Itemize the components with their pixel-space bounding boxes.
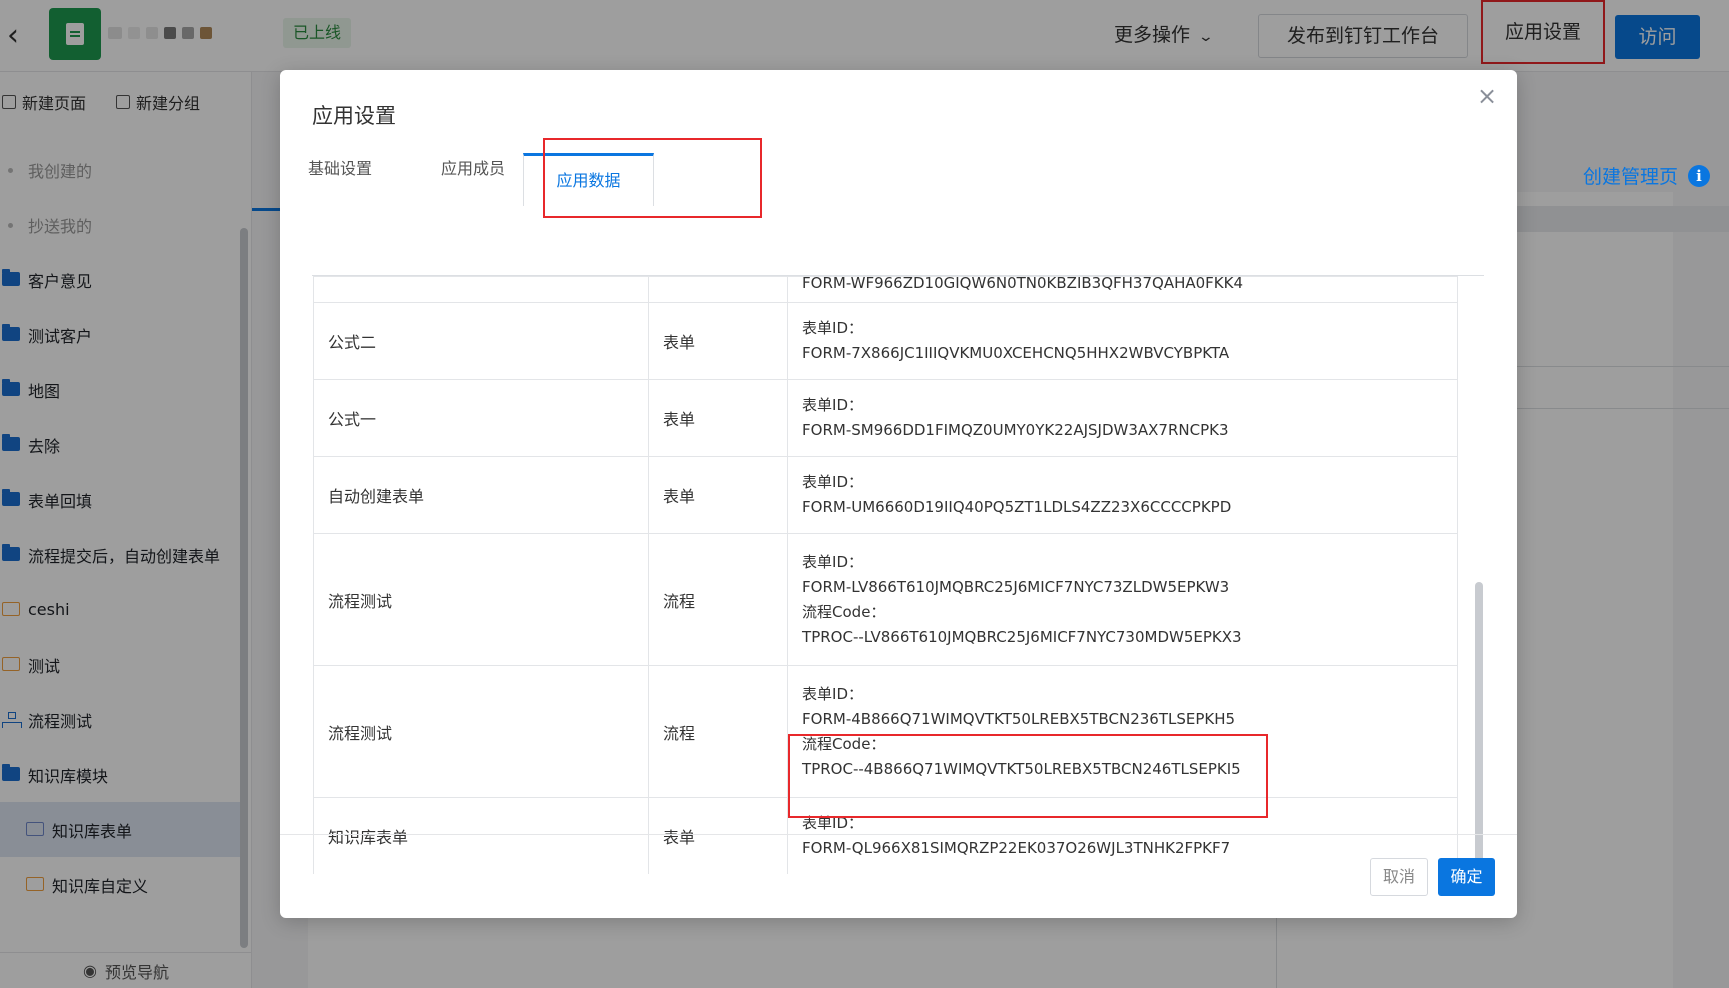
process-code-label: 流程Code： [802, 602, 886, 621]
row-ids: 表单ID： FORM-LV866T610JMQBRC25J6MICF7NYC73… [787, 533, 1458, 666]
row-type: 表单 [647, 797, 789, 874]
row-type: 流程 [647, 533, 789, 666]
form-id-value: FORM-LV866T610JMQBRC25J6MICF7NYC73ZLDW5E… [802, 577, 1230, 596]
cancel-button[interactable]: 取消 [1370, 858, 1428, 896]
confirm-button[interactable]: 确定 [1438, 858, 1495, 896]
row-ids: 表单ID： FORM-SM966DD1FIMQZ0UMY0YK22AJSJDW3… [787, 379, 1458, 457]
row-ids: 表单ID： FORM-7X866JC1IIIQVKMU0XCEHCNQ5HHX2… [787, 302, 1458, 380]
form-id-label: 表单ID： [802, 319, 864, 337]
app-settings-modal: 应用设置 × 基础设置 应用成员 应用数据 FORM-WF966ZD10GIQW… [280, 70, 1517, 918]
table-cell [647, 276, 789, 303]
tab-highlight-box [543, 138, 762, 218]
form-id-value: FORM-QL966X81SIMQRZP22EK037O26WJL3TNHK2F… [802, 839, 1231, 857]
row-type: 表单 [647, 302, 789, 380]
form-id-value: FORM-4B866Q71WIMQVTKT50LREBX5TBCN236TLSE… [802, 709, 1236, 728]
row-ids: 表单ID： FORM-UM6660D19IIQ40PQ5ZT1LDLS4ZZ23… [787, 456, 1458, 534]
form-id-value: FORM-SM966DD1FIMQZ0UMY0YK22AJSJDW3AX7RNC… [802, 421, 1229, 439]
form-id-value: FORM-7X866JC1IIIQVKMU0XCEHCNQ5HHX2WBVCYB… [802, 344, 1230, 362]
table-row: 公式一 表单 表单ID： FORM-SM966DD1FIMQZ0UMY0YK22… [313, 379, 1458, 457]
info-icon: i [1688, 164, 1711, 187]
row-name: 知识库表单 [313, 797, 649, 874]
form-id-label: 表单ID： [802, 552, 864, 571]
table-row: 流程测试 流程 表单ID： FORM-LV866T610JMQBRC25J6MI… [313, 533, 1458, 666]
table-row: 自动创建表单 表单 表单ID： FORM-UM6660D19IIQ40PQ5ZT… [313, 456, 1458, 534]
close-icon[interactable]: × [1473, 82, 1501, 110]
modal-scrollbar[interactable] [1475, 582, 1483, 894]
tab-basic-settings[interactable]: 基础设置 [308, 154, 372, 184]
process-code-value: TPROC--LV866T610JMQBRC25J6MICF7NYC730MDW… [802, 627, 1242, 646]
form-id-label: 表单ID： [802, 473, 864, 491]
footer-divider [280, 834, 1517, 835]
form-id-value: FORM-WF966ZD10GIQW6N0TN0KBZIB3QFH37QAHA0… [802, 276, 1244, 292]
create-admin-page-link[interactable]: 创建管理页 i [1583, 162, 1711, 189]
form-id-value: FORM-UM6660D19IIQ40PQ5ZT1LDLS4ZZ23X6CCCC… [802, 498, 1232, 516]
row-type: 流程 [647, 665, 789, 798]
create-admin-label: 创建管理页 [1583, 166, 1679, 188]
row-name: 自动创建表单 [313, 456, 649, 534]
row-type: 表单 [647, 456, 789, 534]
table-cell: FORM-WF966ZD10GIQW6N0TN0KBZIB3QFH37QAHA0… [787, 276, 1458, 303]
row-name: 公式二 [313, 302, 649, 380]
row-name: 流程测试 [313, 533, 649, 666]
table-cell [313, 276, 649, 303]
row-name: 公式一 [313, 379, 649, 457]
row-type: 表单 [647, 379, 789, 457]
form-id-label: 表单ID： [802, 684, 864, 703]
row-name: 流程测试 [313, 665, 649, 798]
modal-title: 应用设置 [312, 104, 396, 128]
tab-app-members[interactable]: 应用成员 [441, 154, 505, 184]
table-row: 公式二 表单 表单ID： FORM-7X866JC1IIIQVKMU0XCEHC… [313, 302, 1458, 380]
form-id-label: 表单ID： [802, 396, 864, 414]
table-row: FORM-WF966ZD10GIQW6N0TN0KBZIB3QFH37QAHA0… [313, 276, 1458, 303]
form-id-highlight-box [788, 734, 1268, 818]
